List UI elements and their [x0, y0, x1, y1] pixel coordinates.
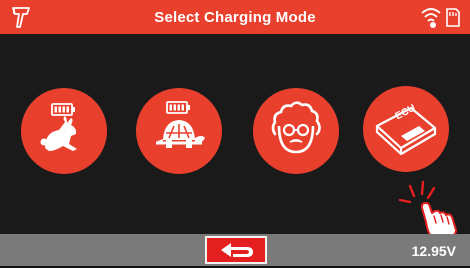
back-button[interactable] [205, 236, 267, 264]
header-bar: Select Charging Mode [0, 0, 470, 34]
charger-screen: Select Charging Mode ECU 12.95V [0, 0, 470, 266]
return-arrow-icon [221, 243, 253, 257]
old-person-icon [271, 101, 321, 154]
page-title: Select Charging Mode [154, 9, 316, 26]
voltage-readout: 12.95V [411, 243, 456, 259]
tap-hand-indicator [390, 176, 470, 243]
elderly-mode-button[interactable] [253, 88, 339, 174]
ecu-module-icon [375, 106, 437, 156]
rabbit-battery-icon [40, 103, 77, 151]
turtle-battery-icon [156, 101, 205, 148]
slow-charge-mode-button[interactable] [136, 88, 222, 174]
footer-bar: 12.95V [0, 234, 470, 266]
fast-charge-mode-button[interactable] [21, 88, 107, 174]
mode-selection-area: ECU [0, 34, 470, 238]
ecu-mode-button[interactable]: ECU [363, 86, 449, 172]
